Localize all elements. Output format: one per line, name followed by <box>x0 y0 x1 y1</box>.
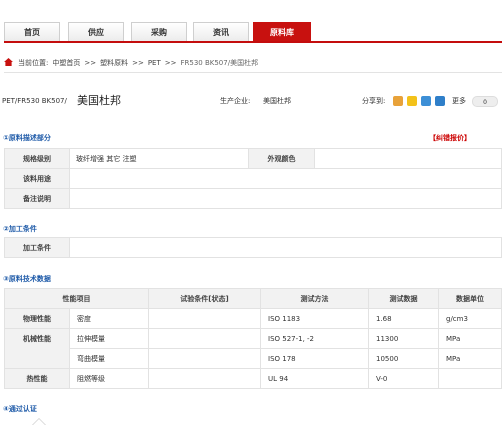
unit-cell <box>438 368 502 389</box>
category-cell: 机械性能 <box>4 328 70 369</box>
breadcrumb-home[interactable]: 中塑首页 <box>52 59 80 67</box>
item-cell: 弯曲模量 <box>69 348 149 369</box>
section-title-cert: ④通过认证 <box>3 405 37 413</box>
share-delicious-icon[interactable] <box>393 96 403 106</box>
product-header: PET/FR530 BK507/ 美国杜邦 生产企业: 美国杜邦 分享到: 更多… <box>2 91 502 111</box>
tab-supply[interactable]: 供应 <box>68 22 124 41</box>
table-row: 热性能 阻燃等级 UL 94 V-0 <box>4 368 502 389</box>
tab-materials[interactable]: 原料库 <box>253 22 311 41</box>
table-header-row: 性能项目 试验条件[状态] 测试方法 测试数据 数据单位 <box>4 288 502 309</box>
method-cell: UL 94 <box>260 368 369 389</box>
share-qzone-icon[interactable] <box>421 96 431 106</box>
share-star-icon[interactable] <box>407 96 417 106</box>
desc-table: 规格级别 玻纤增强 其它 注塑 外观颜色 该料用途 备注说明 <box>4 148 502 209</box>
tab-news[interactable]: 资讯 <box>193 22 249 41</box>
usage-value <box>69 168 502 189</box>
col-header-condition: 试验条件[状态] <box>148 288 261 309</box>
category-cell: 热性能 <box>4 368 70 389</box>
note-value <box>69 188 502 209</box>
tab-purchase[interactable]: 采购 <box>131 22 187 41</box>
note-label: 备注说明 <box>4 188 70 209</box>
section-title-process: ②加工条件 <box>3 225 37 233</box>
home-icon[interactable] <box>4 58 13 66</box>
data-cell: 11300 <box>368 328 439 349</box>
table-row: 该料用途 <box>4 168 502 189</box>
product-maker: 美国杜邦 <box>77 94 121 107</box>
table-row: 备注说明 <box>4 188 502 209</box>
method-cell: ISO 1183 <box>260 308 369 329</box>
breadcrumb-plastics[interactable]: 塑料原料 <box>100 59 128 67</box>
color-label: 外观颜色 <box>248 148 315 169</box>
enterprise-label: 生产企业: <box>220 97 251 105</box>
item-cell: 阻燃等级 <box>69 368 149 389</box>
process-label: 加工条件 <box>4 237 70 258</box>
usage-label: 该料用途 <box>4 168 70 189</box>
breadcrumb: 当前位置: 中塑首页 >> 塑料原料 >> PET >> FR530 BK507/美国杜邦 <box>4 53 502 73</box>
condition-cell <box>148 308 261 329</box>
method-cell: ISO 527-1, -2 <box>260 328 369 349</box>
share-icons <box>393 96 449 106</box>
product-code: PET/FR530 BK507/ <box>2 97 67 105</box>
breadcrumb-sep: >> <box>132 59 144 67</box>
section-title-desc: ①原料描述部分 <box>3 134 51 142</box>
breadcrumb-sep: >> <box>164 59 177 67</box>
data-cell: V-0 <box>368 368 439 389</box>
data-cell: 1.68 <box>368 308 439 329</box>
breadcrumb-pet[interactable]: PET <box>148 59 161 67</box>
col-header-data: 测试数据 <box>368 288 439 309</box>
unit-cell: MPa <box>438 348 502 369</box>
table-row: 弯曲模量 ISO 178 10500 MPa <box>5 348 502 369</box>
tab-home[interactable]: 首页 <box>4 22 60 41</box>
table-row: 加工条件 <box>4 237 502 258</box>
unit-cell: g/cm3 <box>438 308 502 329</box>
breadcrumb-current: FR530 BK507/美国杜邦 <box>180 59 259 67</box>
share-label: 分享到: <box>362 97 386 105</box>
spec-label: 规格级别 <box>4 148 70 169</box>
section-title-tech: ③原料技术数据 <box>3 275 51 283</box>
method-cell: ISO 178 <box>260 348 369 369</box>
share-plus-icon[interactable] <box>435 96 445 106</box>
data-cell: 10500 <box>368 348 439 369</box>
col-header-method: 测试方法 <box>260 288 369 309</box>
table-row: 物理性能 密度 ISO 1183 1.68 g/cm3 <box>4 308 502 329</box>
share-count-badge: 0 <box>472 96 498 107</box>
tech-table: 性能项目 试验条件[状态] 测试方法 测试数据 数据单位 物理性能 密度 ISO… <box>4 288 502 389</box>
table-row: 机械性能 拉伸模量 ISO 527-1, -2 11300 MPa <box>4 328 502 369</box>
process-value <box>69 237 502 258</box>
process-table: 加工条件 <box>4 237 502 258</box>
caret-up-icon <box>32 418 46 425</box>
spec-value: 玻纤增强 其它 注塑 <box>69 148 249 169</box>
color-value <box>314 148 502 169</box>
unit-cell: MPa <box>438 328 502 349</box>
item-cell: 密度 <box>69 308 149 329</box>
main-nav: 首页 供应 采购 资讯 原料库 <box>4 22 502 43</box>
category-cell: 物理性能 <box>4 308 70 329</box>
condition-cell <box>148 368 261 389</box>
error-report-link[interactable]: 【纠错报价】 <box>429 133 471 143</box>
table-row: 规格级别 玻纤增强 其它 注塑 外观颜色 <box>4 148 502 169</box>
col-header-unit: 数据单位 <box>438 288 502 309</box>
item-cell: 拉伸模量 <box>69 328 149 349</box>
breadcrumb-prefix: 当前位置: <box>18 59 49 67</box>
col-header-property: 性能项目 <box>4 288 149 309</box>
condition-cell <box>148 348 261 369</box>
enterprise-value[interactable]: 美国杜邦 <box>263 91 291 111</box>
condition-cell <box>148 328 261 349</box>
breadcrumb-sep: >> <box>84 59 97 67</box>
share-more-link[interactable]: 更多 <box>452 91 466 111</box>
